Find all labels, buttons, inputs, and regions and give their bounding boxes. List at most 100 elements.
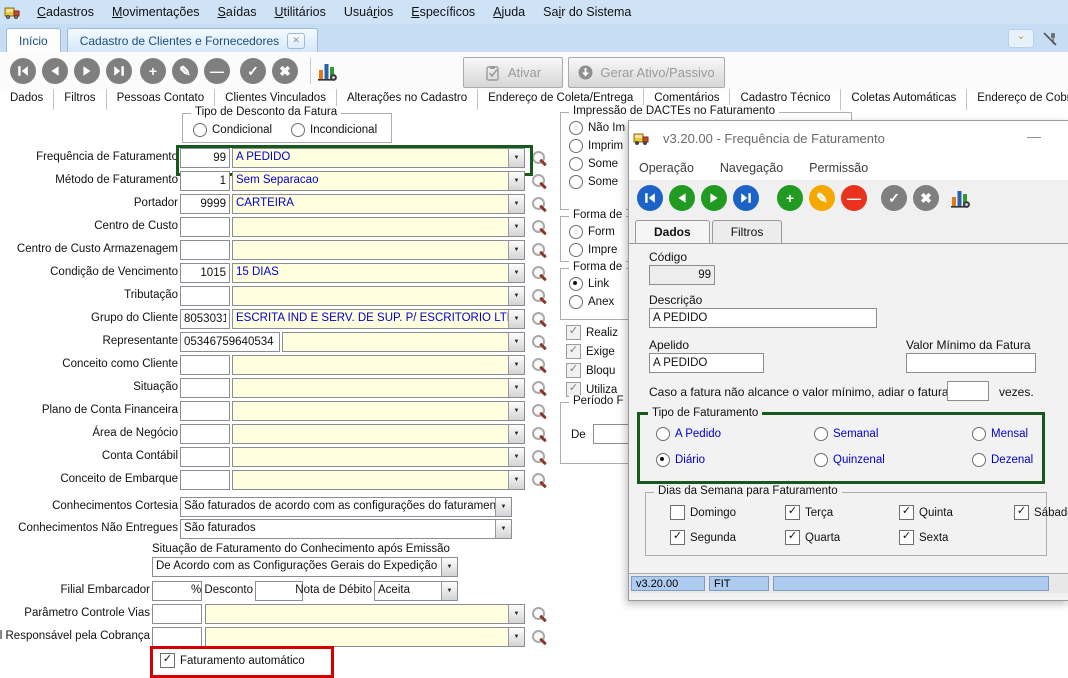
- row-11-code-field[interactable]: [180, 378, 230, 398]
- row-5-code-field[interactable]: [180, 240, 230, 260]
- unpin-icon[interactable]: [1042, 31, 1058, 47]
- mid-radio-2-2[interactable]: Impre: [569, 243, 617, 257]
- edit-record-button[interactable]: ✎: [172, 58, 198, 84]
- valor-minimo-field[interactable]: [906, 353, 1036, 373]
- mid-radio-1-1-radio[interactable]: [569, 121, 583, 135]
- tab-cadastro-clientes[interactable]: Cadastro de Clientes e Fornecedores ✕: [67, 28, 318, 52]
- row-7-combo[interactable]: ▼: [232, 286, 525, 306]
- row-3-combo[interactable]: CARTEIRA▼: [232, 194, 525, 214]
- row-9-combo-dropdown-icon[interactable]: ▼: [508, 333, 524, 351]
- row-5-combo[interactable]: ▼: [232, 240, 525, 260]
- row-10-combo-dropdown-icon[interactable]: ▼: [508, 356, 524, 374]
- parametro-controle-vias-field[interactable]: [152, 604, 202, 624]
- row-3-magnifier-icon[interactable]: [531, 196, 548, 213]
- previous-record-button[interactable]: [42, 58, 68, 84]
- row-7-combo-dropdown-icon[interactable]: ▼: [508, 287, 524, 305]
- row-8-combo-dropdown-icon[interactable]: ▼: [508, 310, 524, 328]
- row-6-combo-dropdown-icon[interactable]: ▼: [508, 264, 524, 282]
- mid-check-1-check[interactable]: ✓: [566, 325, 581, 340]
- mid-radio-1-3-radio[interactable]: [569, 157, 583, 171]
- row-14-code-field[interactable]: [180, 447, 230, 467]
- menu-item-saídas[interactable]: Saídas: [209, 2, 266, 22]
- descricao-field[interactable]: [649, 308, 877, 328]
- row-4-combo-dropdown-icon[interactable]: ▼: [508, 218, 524, 236]
- filial-cobranca-field[interactable]: [152, 627, 202, 647]
- cancel-button[interactable]: ✖: [272, 58, 298, 84]
- gerar-ativo-passivo-button[interactable]: Gerar Ativo/Passivo: [568, 57, 725, 88]
- nota-debito-combo[interactable]: Aceita▼: [374, 581, 458, 601]
- radio-condicional[interactable]: Condicional: [193, 123, 272, 137]
- dialog-menu-operação[interactable]: Operação: [639, 161, 694, 175]
- record-tab-2[interactable]: Filtros: [54, 89, 106, 110]
- dialog-menu-navegação[interactable]: Navegação: [720, 161, 783, 175]
- dialog-chart-settings-icon[interactable]: [951, 187, 971, 209]
- dialog-add-button[interactable]: +: [777, 185, 803, 211]
- faturamento-automatico-check[interactable]: ✓: [160, 653, 175, 668]
- check-dia-terça-check[interactable]: ✓: [785, 505, 800, 520]
- dialog-last-button[interactable]: [733, 185, 759, 211]
- mid-check-3-check[interactable]: ✓: [566, 363, 581, 378]
- record-tab-10[interactable]: Endereço de Cobrança: [967, 89, 1068, 110]
- dialog-first-button[interactable]: [637, 185, 663, 211]
- row-8-magnifier-icon[interactable]: [531, 311, 548, 328]
- faturamento-automatico[interactable]: ✓Faturamento automático: [160, 653, 305, 668]
- dialog-next-button[interactable]: [701, 185, 727, 211]
- chevron-down-icon[interactable]: ⌄: [1008, 29, 1034, 48]
- last-record-button[interactable]: [106, 58, 132, 84]
- menu-item-ajuda[interactable]: Ajuda: [484, 2, 534, 22]
- row-5-magnifier-icon[interactable]: [531, 242, 548, 259]
- minimize-icon[interactable]: —: [1027, 128, 1041, 144]
- cortesia-combo-dropdown-icon[interactable]: ▼: [495, 498, 511, 516]
- parametro-controle-vias-combo[interactable]: ▼: [205, 604, 525, 624]
- row-14-combo[interactable]: ▼: [232, 447, 525, 467]
- record-tab-5[interactable]: Alterações no Cadastro: [337, 89, 478, 110]
- row-8-code-field[interactable]: [180, 309, 230, 329]
- check-dia-quarta-check[interactable]: ✓: [785, 530, 800, 545]
- tab-inicio[interactable]: Início: [6, 28, 61, 52]
- ativar-button[interactable]: Ativar: [463, 57, 563, 88]
- row-4-magnifier-icon[interactable]: [531, 219, 548, 236]
- radio-condicional-radio[interactable]: [193, 123, 207, 137]
- mid-check-3[interactable]: ✓Bloqu: [566, 363, 615, 378]
- mid-radio-1-1[interactable]: Não Im: [569, 121, 625, 135]
- radio-tipo-a-pedido[interactable]: A Pedido: [656, 427, 721, 441]
- row-9-combo[interactable]: ▼: [282, 332, 525, 352]
- row-14-combo-dropdown-icon[interactable]: ▼: [508, 448, 524, 466]
- close-tab-icon[interactable]: ✕: [287, 33, 305, 49]
- mid-radio-2-2-radio[interactable]: [569, 243, 583, 257]
- row-12-combo[interactable]: ▼: [232, 401, 525, 421]
- mid-radio-1-2[interactable]: Imprim: [569, 139, 623, 153]
- radio-tipo-mensal[interactable]: Mensal: [972, 427, 1028, 441]
- menu-item-usuários[interactable]: Usuários: [335, 2, 402, 22]
- dialog-delete-button[interactable]: —: [841, 185, 867, 211]
- filial-cobranca-magnifier-icon[interactable]: [531, 629, 548, 646]
- menu-item-sair-do-sistema[interactable]: Sair do Sistema: [534, 2, 640, 22]
- filial-cobranca-combo-dropdown-icon[interactable]: ▼: [508, 628, 524, 646]
- check-dia-sábado[interactable]: ✓Sábado: [1014, 505, 1068, 520]
- confirm-button[interactable]: ✓: [240, 58, 266, 84]
- mid-radio-3-1[interactable]: Link: [569, 277, 609, 291]
- situacao-pos-combo-dropdown-icon[interactable]: ▼: [441, 558, 457, 576]
- row-12-magnifier-icon[interactable]: [531, 403, 548, 420]
- parametro-controle-vias-combo-dropdown-icon[interactable]: ▼: [508, 605, 524, 623]
- check-dia-quinta[interactable]: ✓Quinta: [899, 505, 953, 520]
- row-3-combo-dropdown-icon[interactable]: ▼: [508, 195, 524, 213]
- row-1-combo[interactable]: A PEDIDO▼: [232, 148, 525, 168]
- check-dia-sexta[interactable]: ✓Sexta: [899, 530, 948, 545]
- next-record-button[interactable]: [74, 58, 100, 84]
- radio-tipo-quinzenal[interactable]: Quinzenal: [814, 453, 885, 467]
- menu-item-cadastros[interactable]: Cadastros: [28, 2, 103, 22]
- row-12-combo-dropdown-icon[interactable]: ▼: [508, 402, 524, 420]
- record-tab-9[interactable]: Coletas Automáticas: [841, 89, 967, 110]
- radio-incondicional-radio[interactable]: [291, 123, 305, 137]
- row-7-code-field[interactable]: [180, 286, 230, 306]
- row-15-code-field[interactable]: [180, 470, 230, 490]
- row-1-combo-dropdown-icon[interactable]: ▼: [508, 149, 524, 167]
- mid-check-2[interactable]: ✓Exige: [566, 344, 615, 359]
- situacao-pos-combo[interactable]: De Acordo com as Configurações Gerais do…: [152, 557, 458, 577]
- check-dia-quarta[interactable]: ✓Quarta: [785, 530, 840, 545]
- dialog-edit-button[interactable]: ✎: [809, 185, 835, 211]
- check-dia-sábado-check[interactable]: ✓: [1014, 505, 1029, 520]
- radio-tipo-semanal[interactable]: Semanal: [814, 427, 878, 441]
- row-2-code-field[interactable]: [180, 171, 230, 191]
